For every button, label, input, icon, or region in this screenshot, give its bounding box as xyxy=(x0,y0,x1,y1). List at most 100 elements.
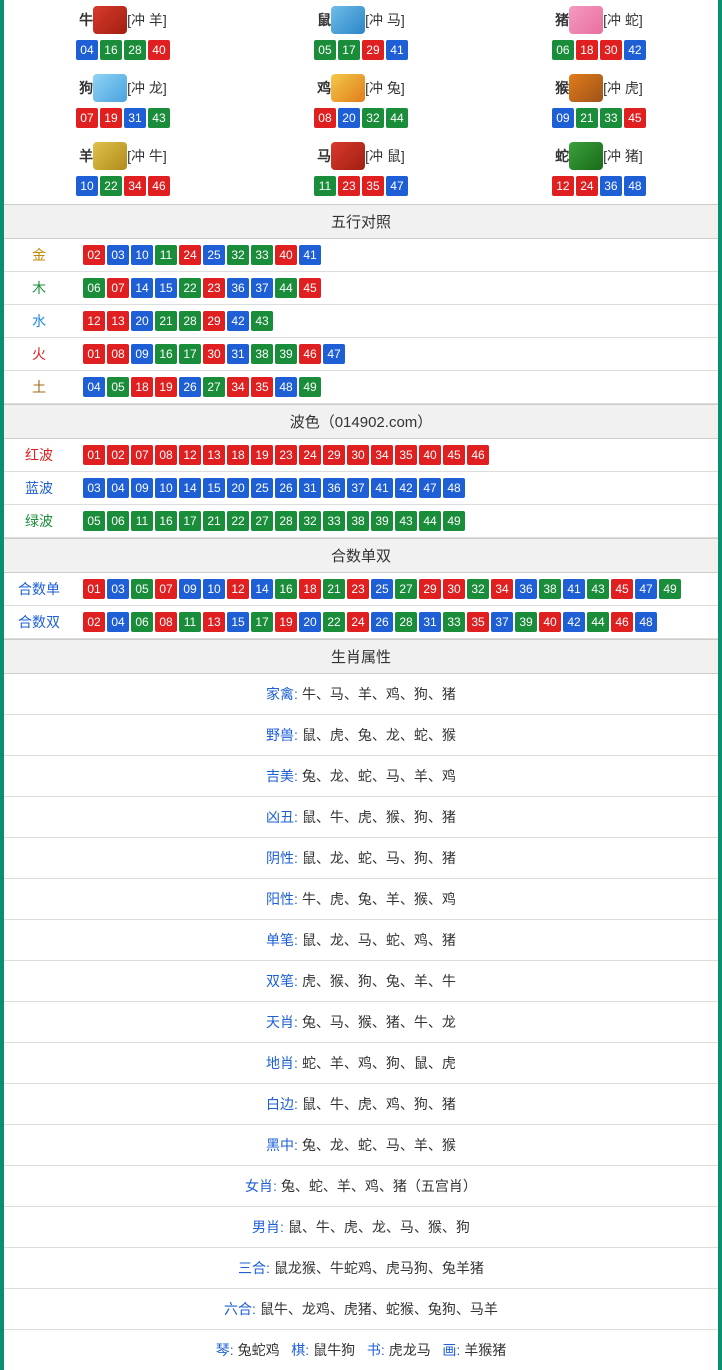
attr-row: 六合:鼠牛、龙鸡、虎猪、蛇猴、兔狗、马羊 xyxy=(4,1289,718,1330)
attr-value: 鼠、牛、虎、龙、马、猴、狗 xyxy=(288,1219,470,1235)
zodiac-cell: 猴 [冲 虎] 09213345 xyxy=(480,68,718,136)
wuxing-table: 金 02031011242532334041木 0607141522233637… xyxy=(4,239,718,404)
number-ball: 21 xyxy=(323,579,345,599)
number-ball: 48 xyxy=(275,377,297,397)
row-label: 火 xyxy=(4,338,74,371)
zodiac-icon xyxy=(569,74,603,102)
zodiac-icon xyxy=(569,142,603,170)
number-ball: 24 xyxy=(576,176,598,196)
attr-label: 琴: xyxy=(216,1342,234,1358)
number-ball: 26 xyxy=(371,612,393,632)
number-ball: 08 xyxy=(155,612,177,632)
zodiac-icon xyxy=(331,6,365,34)
number-ball: 31 xyxy=(227,344,249,364)
number-ball: 46 xyxy=(299,344,321,364)
number-ball: 04 xyxy=(76,40,98,60)
number-ball: 02 xyxy=(107,445,129,465)
row-label: 木 xyxy=(4,272,74,305)
number-ball: 46 xyxy=(467,445,489,465)
number-ball: 04 xyxy=(107,478,129,498)
number-ball: 25 xyxy=(203,245,225,265)
number-ball: 42 xyxy=(395,478,417,498)
number-ball: 18 xyxy=(576,40,598,60)
number-ball: 08 xyxy=(314,108,336,128)
attr-label: 棋: xyxy=(291,1342,309,1358)
number-ball: 19 xyxy=(100,108,122,128)
number-ball: 20 xyxy=(338,108,360,128)
number-ball: 35 xyxy=(251,377,273,397)
zodiac-cell: 鼠 [冲 马] 05172941 xyxy=(242,0,480,68)
zodiac-balls: 10223446 xyxy=(4,176,242,196)
zodiac-icon xyxy=(569,6,603,34)
attr-row: 地肖:蛇、羊、鸡、狗、鼠、虎 xyxy=(4,1043,718,1084)
row-label: 合数双 xyxy=(4,606,74,639)
section-header-bose: 波色（014902.com） xyxy=(4,404,718,439)
zodiac-cell: 牛 [冲 羊] 04162840 xyxy=(4,0,242,68)
number-ball: 31 xyxy=(299,478,321,498)
number-ball: 22 xyxy=(323,612,345,632)
number-ball: 47 xyxy=(323,344,345,364)
number-ball: 37 xyxy=(347,478,369,498)
number-ball: 17 xyxy=(251,612,273,632)
number-ball: 27 xyxy=(395,579,417,599)
attr-value: 鼠、龙、蛇、马、狗、猪 xyxy=(302,850,456,866)
attr-label: 单笔: xyxy=(266,932,298,948)
zodiac-icon xyxy=(93,74,127,102)
number-ball: 33 xyxy=(251,245,273,265)
number-ball: 16 xyxy=(100,40,122,60)
attr-value: 兔、龙、蛇、马、羊、猴 xyxy=(302,1137,456,1153)
number-ball: 13 xyxy=(203,445,225,465)
number-ball: 34 xyxy=(491,579,513,599)
attr-row: 白边:鼠、牛、虎、鸡、狗、猪 xyxy=(4,1084,718,1125)
number-ball: 19 xyxy=(251,445,273,465)
row-balls: 06071415222336374445 xyxy=(74,272,718,305)
attr-value: 兔、龙、蛇、马、羊、鸡 xyxy=(302,768,456,784)
number-ball: 22 xyxy=(100,176,122,196)
number-ball: 25 xyxy=(251,478,273,498)
number-ball: 32 xyxy=(362,108,384,128)
row-label: 土 xyxy=(4,371,74,404)
number-ball: 11 xyxy=(155,245,177,265)
zodiac-conflict: [冲 兔] xyxy=(365,78,405,98)
attr-value: 虎龙马 xyxy=(389,1342,431,1358)
number-ball: 20 xyxy=(299,612,321,632)
attr-row: 天肖:兔、马、猴、猪、牛、龙 xyxy=(4,1002,718,1043)
row-balls: 0108091617303138394647 xyxy=(74,338,718,371)
attr-value: 兔、马、猴、猪、牛、龙 xyxy=(302,1014,456,1030)
number-ball: 41 xyxy=(371,478,393,498)
number-ball: 14 xyxy=(131,278,153,298)
number-ball: 40 xyxy=(419,445,441,465)
number-ball: 14 xyxy=(179,478,201,498)
number-ball: 11 xyxy=(314,176,336,196)
number-ball: 12 xyxy=(227,579,249,599)
section-header-wuxing: 五行对照 xyxy=(4,204,718,239)
zodiac-name: 狗 xyxy=(79,78,93,98)
number-ball: 05 xyxy=(131,579,153,599)
attr-row: 单笔:鼠、龙、马、蛇、鸡、猪 xyxy=(4,920,718,961)
number-ball: 20 xyxy=(131,311,153,331)
attr-row: 家禽:牛、马、羊、鸡、狗、猪 xyxy=(4,674,718,715)
number-ball: 17 xyxy=(338,40,360,60)
attr-label: 天肖: xyxy=(266,1014,298,1030)
number-ball: 34 xyxy=(124,176,146,196)
zodiac-balls: 05172941 xyxy=(242,40,480,60)
row-label: 金 xyxy=(4,239,74,272)
attr-value: 虎、猴、狗、兔、羊、牛 xyxy=(302,973,456,989)
number-ball: 19 xyxy=(155,377,177,397)
zodiac-icon xyxy=(331,142,365,170)
attr-label: 书: xyxy=(367,1342,385,1358)
zodiac-balls: 12243648 xyxy=(480,176,718,196)
number-ball: 37 xyxy=(491,612,513,632)
attr-label: 地肖: xyxy=(266,1055,298,1071)
attr-label: 阴性: xyxy=(266,850,298,866)
number-ball: 47 xyxy=(386,176,408,196)
attr-label: 三合: xyxy=(238,1260,270,1276)
number-ball: 39 xyxy=(371,511,393,531)
zodiac-balls: 04162840 xyxy=(4,40,242,60)
number-ball: 19 xyxy=(275,612,297,632)
zodiac-icon xyxy=(93,6,127,34)
number-ball: 16 xyxy=(155,344,177,364)
number-ball: 43 xyxy=(395,511,417,531)
number-ball: 07 xyxy=(107,278,129,298)
number-ball: 17 xyxy=(179,511,201,531)
